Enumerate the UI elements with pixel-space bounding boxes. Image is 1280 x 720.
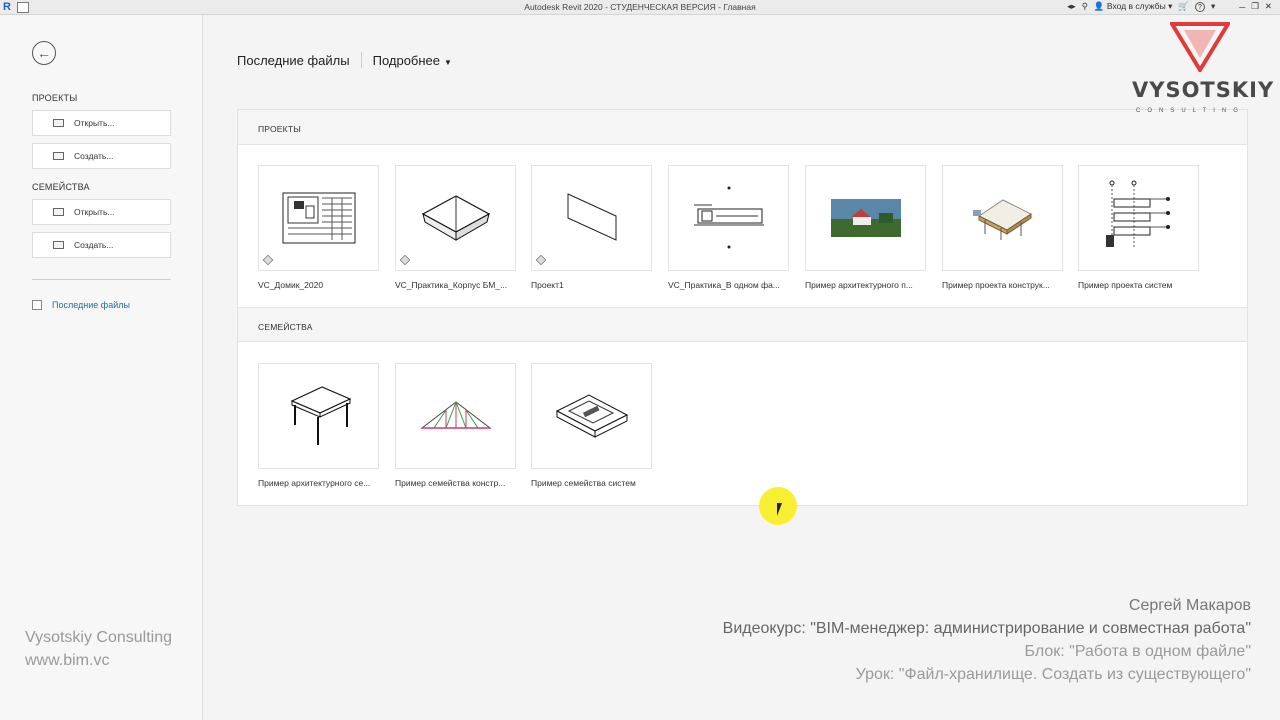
logo-subtext: CONSULTING — [1136, 108, 1245, 114]
plane-thumbnail-icon — [531, 165, 652, 271]
structure-thumbnail-icon — [942, 165, 1063, 271]
sidebar-projects-heading: ПРОЕКТЫ — [32, 93, 78, 103]
project-tile[interactable]: VC_Практика_В одном фа... — [668, 165, 789, 290]
login-label: Вход в службы — [1106, 1, 1166, 11]
vysotskiy-logo: VYSOTSKIY CONSULTING — [1132, 20, 1273, 120]
family-tile[interactable]: Пример семейства систем — [531, 363, 652, 488]
families-create-label: Создать... — [74, 240, 114, 250]
chevron-down-icon: ▾ — [1168, 1, 1173, 11]
more-dropdown[interactable]: Подробнее ▼ — [373, 53, 452, 68]
credits-author: Сергей Макаров — [1128, 597, 1251, 614]
main-header: Последние файлы Подробнее ▼ — [237, 52, 452, 68]
project-tile[interactable]: Пример проекта конструк... — [942, 165, 1063, 290]
caret-down-icon: ▼ — [444, 57, 452, 67]
family-name: Пример семейства систем — [531, 478, 636, 488]
header-separator — [360, 52, 362, 68]
project-name: Пример проекта систем — [1078, 280, 1173, 290]
credits-block: Блок: "Работа в одном файле" — [1024, 643, 1251, 660]
project-tile[interactable]: VC_Практика_Корпус БМ_... — [395, 165, 516, 290]
project-tile[interactable]: Проект1 — [531, 165, 652, 290]
new-file-icon — [53, 241, 64, 249]
mouse-pointer-icon — [777, 503, 787, 516]
family-name: Пример архитектурного се... — [258, 478, 371, 488]
recent-files-icon — [32, 300, 42, 310]
logo-text: VYSOTSKIY — [1132, 78, 1275, 102]
sidebar: ← ПРОЕКТЫ Открыть... Создать... СЕМЕЙСТВ… — [0, 15, 203, 720]
title-bar-controls: ◂▸ ⚲ 👤 Вход в службы ▾ 🛒 ? ▾ ─ ❐ ✕ — [1067, 1, 1272, 12]
project-name: VC_Домик_2020 — [258, 280, 324, 290]
left-watermark-line1: Vysotskiy Consulting — [25, 629, 173, 646]
title-bar: R Autodesk Revit 2020 - СТУДЕНЧЕСКАЯ ВЕР… — [0, 0, 1280, 15]
projects-create-label: Создать... — [74, 151, 114, 161]
credits-course: Видеокурс: "BIM-менеджер: администрирова… — [722, 620, 1251, 637]
family-name: Пример семейства констр... — [395, 478, 506, 488]
project-tile[interactable]: Пример проекта систем — [1078, 165, 1199, 290]
project-name: Пример проекта конструк... — [942, 280, 1050, 290]
search-nav-icon[interactable]: ◂▸ — [1067, 1, 1076, 12]
user-icon: 👤 — [1093, 1, 1105, 11]
floor-plan-thumbnail-icon — [258, 165, 379, 271]
folder-open-icon — [53, 208, 64, 216]
truss-thumbnail-icon — [395, 363, 516, 469]
rvt-file-icon — [262, 254, 274, 266]
family-tile[interactable]: Пример архитектурного се... — [258, 363, 379, 488]
families-section-header: СЕМЕЙСТВА — [238, 307, 1247, 342]
folder-open-icon — [53, 119, 64, 127]
rvt-file-icon — [535, 254, 547, 266]
help-icon[interactable]: ? — [1194, 1, 1205, 12]
family-tile[interactable]: Пример семейства констр... — [395, 363, 516, 488]
cart-icon[interactable]: 🛒 — [1178, 1, 1189, 12]
sidebar-item-recent-files[interactable]: Последние файлы — [32, 300, 130, 310]
recent-files-panel: ПРОЕКТЫ VC_Домик_2020 VC_Практика_Корпус… — [237, 109, 1248, 506]
credits-lesson: Урок: "Файл-хранилище. Создать из сущест… — [855, 666, 1251, 683]
logo-mark-icon — [1170, 22, 1230, 72]
project-name: Проект1 — [531, 280, 564, 290]
video-credits: Сергей Макаров Видеокурс: "BIM-менеджер:… — [723, 594, 1251, 686]
restore-button[interactable]: ❐ — [1251, 1, 1259, 12]
arrow-left-icon: ← — [37, 45, 51, 61]
left-watermark: Vysotskiy Consulting www.bim.vc — [25, 626, 172, 672]
table-thumbnail-icon — [258, 363, 379, 469]
project-tile[interactable]: VC_Домик_2020 — [258, 165, 379, 290]
new-file-icon — [53, 152, 64, 160]
project-name: VC_Практика_Корпус БМ_... — [395, 280, 508, 290]
tray-thumbnail-icon — [531, 363, 652, 469]
projects-open-button[interactable]: Открыть... — [32, 110, 171, 136]
help-menu-chevron-icon[interactable]: ▾ — [1211, 1, 1215, 12]
roof-model-thumbnail-icon — [395, 165, 516, 271]
left-watermark-line2: www.bim.vc — [25, 652, 110, 669]
page-title: Последние файлы — [237, 52, 350, 68]
sidebar-families-heading: СЕМЕЙСТВА — [32, 182, 90, 192]
families-create-button[interactable]: Создать... — [32, 232, 171, 258]
binoculars-icon[interactable]: ⚲ — [1082, 1, 1088, 12]
minimize-button[interactable]: ─ — [1239, 2, 1245, 12]
render-thumbnail-icon — [805, 165, 926, 271]
families-open-label: Открыть... — [74, 207, 115, 217]
elevation-thumbnail-icon — [668, 165, 789, 271]
recent-files-label: Последние файлы — [52, 300, 130, 310]
projects-section-header: ПРОЕКТЫ — [238, 110, 1247, 145]
project-name: Пример архитектурного п... — [805, 280, 913, 290]
families-open-button[interactable]: Открыть... — [32, 199, 171, 225]
login-link[interactable]: 👤 Вход в службы ▾ — [1094, 1, 1172, 12]
close-button[interactable]: ✕ — [1265, 1, 1272, 12]
sidebar-divider — [32, 279, 171, 280]
rvt-file-icon — [399, 254, 411, 266]
projects-open-label: Открыть... — [74, 118, 115, 128]
more-label: Подробнее — [372, 52, 441, 68]
project-name: VC_Практика_В одном фа... — [668, 280, 780, 290]
back-button[interactable]: ← — [32, 41, 56, 65]
systems-thumbnail-icon — [1078, 165, 1199, 271]
project-tile[interactable]: Пример архитектурного п... — [805, 165, 926, 290]
projects-create-button[interactable]: Создать... — [32, 143, 171, 169]
